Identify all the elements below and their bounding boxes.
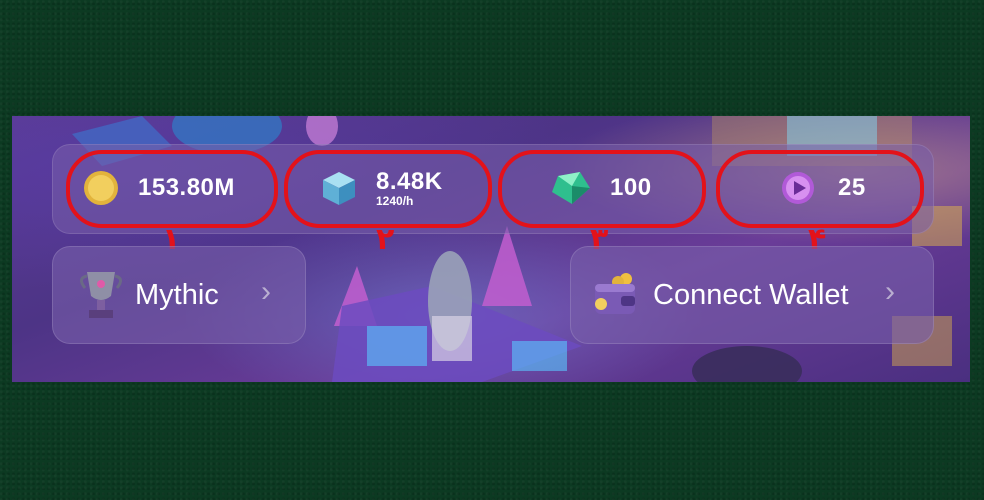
chevron-right-icon: › <box>885 275 895 308</box>
wallet-icon <box>595 273 635 314</box>
rank-card[interactable]: Mythic › <box>52 246 306 344</box>
highlight-ring-1 <box>66 150 278 228</box>
highlight-ring-4 <box>716 150 924 228</box>
connect-wallet-card[interactable]: Connect Wallet › <box>570 246 934 344</box>
rank-label: Mythic <box>135 278 219 311</box>
trophy-icon <box>80 272 122 318</box>
chevron-right-icon: › <box>261 275 271 308</box>
connect-wallet-label: Connect Wallet <box>653 278 849 311</box>
annotation-number-2: ۲ <box>376 222 395 257</box>
highlight-ring-2 <box>284 150 492 228</box>
highlight-ring-3 <box>498 150 706 228</box>
